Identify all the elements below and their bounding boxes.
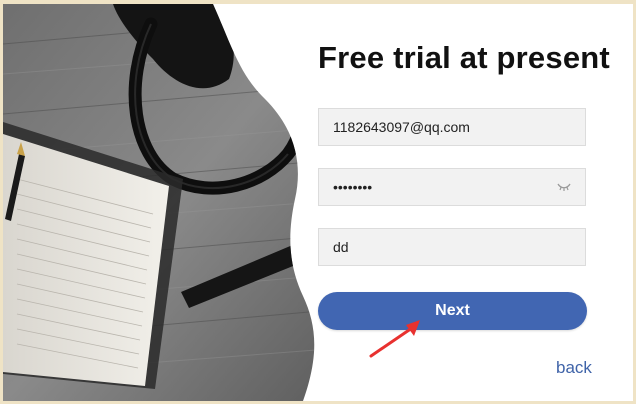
signup-panel: Free trial at present 1182643097@qq.com …: [3, 4, 633, 401]
code-value: dd: [333, 239, 349, 255]
back-link[interactable]: back: [556, 358, 592, 378]
verification-code-field[interactable]: dd: [318, 228, 586, 266]
password-value: ••••••••: [333, 179, 373, 195]
password-field[interactable]: ••••••••: [318, 168, 586, 206]
red-arrow-icon: [369, 320, 420, 358]
email-value: 1182643097@qq.com: [333, 119, 470, 135]
next-button[interactable]: Next: [318, 292, 587, 330]
email-field[interactable]: 1182643097@qq.com: [318, 108, 586, 146]
hero-photo: [3, 4, 343, 401]
page-title: Free trial at present: [318, 40, 610, 75]
eye-closed-icon[interactable]: [557, 181, 571, 193]
